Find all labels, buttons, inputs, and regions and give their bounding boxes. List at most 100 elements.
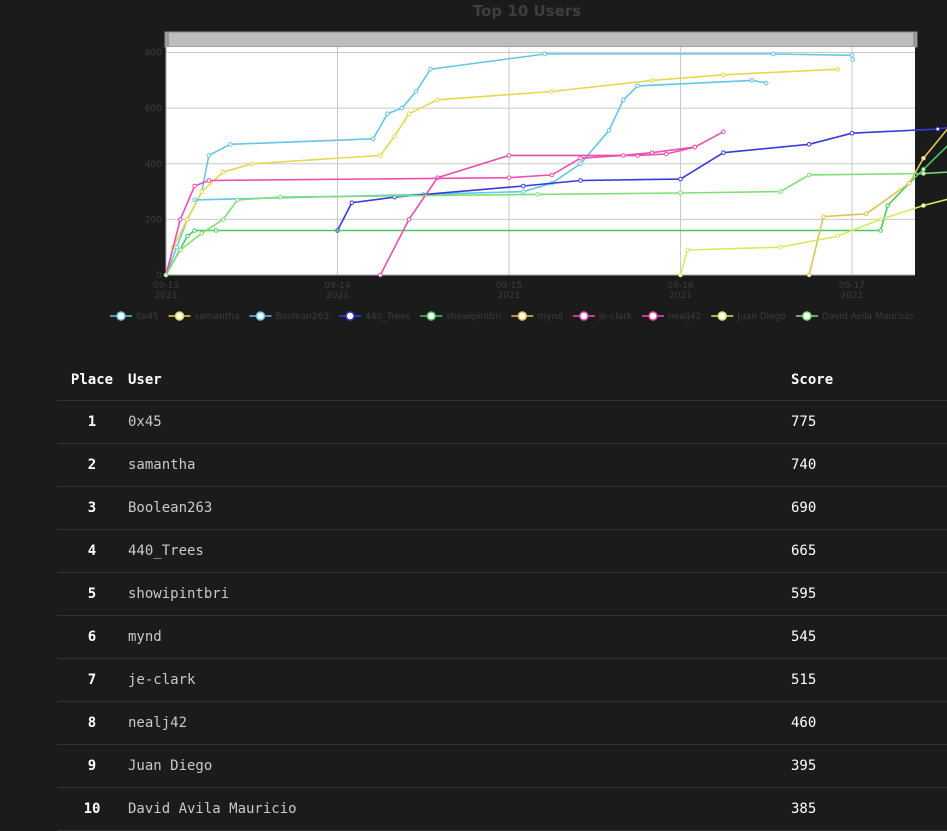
data-point[interactable] [779, 245, 783, 249]
score-header[interactable]: Score [790, 360, 947, 401]
data-point[interactable] [200, 231, 204, 235]
data-point[interactable] [772, 52, 776, 56]
legend-item[interactable]: nealj42 [642, 312, 701, 322]
data-point[interactable] [207, 154, 211, 158]
data-point[interactable] [200, 190, 204, 194]
data-point[interactable] [807, 173, 811, 177]
data-point[interactable] [221, 170, 225, 174]
data-point[interactable] [178, 218, 182, 222]
user-link[interactable]: samantha [128, 444, 790, 487]
legend-item[interactable]: Juan Diego [711, 312, 786, 322]
data-point[interactable] [722, 130, 726, 134]
data-point[interactable] [236, 198, 240, 202]
data-point[interactable] [379, 154, 383, 158]
data-point[interactable] [507, 176, 511, 180]
data-point[interactable] [779, 190, 783, 194]
data-point[interactable] [207, 179, 211, 183]
legend-item[interactable]: samantha [169, 312, 240, 322]
data-point[interactable] [922, 172, 926, 176]
data-point[interactable] [386, 112, 390, 116]
data-point[interactable] [807, 273, 811, 277]
data-point[interactable] [807, 143, 811, 147]
data-point[interactable] [164, 273, 168, 277]
data-point[interactable] [543, 52, 547, 56]
data-point[interactable] [250, 162, 254, 166]
data-point[interactable] [193, 229, 197, 233]
data-point[interactable] [414, 90, 418, 94]
data-point[interactable] [936, 127, 940, 131]
user-link[interactable]: Boolean263 [128, 487, 790, 530]
data-point[interactable] [229, 143, 233, 147]
data-point[interactable] [400, 106, 404, 110]
data-point[interactable] [550, 90, 554, 94]
data-point[interactable] [879, 229, 883, 233]
data-point[interactable] [193, 198, 197, 202]
user-link[interactable]: David Avila Mauricio [128, 788, 790, 831]
data-point[interactable] [922, 156, 926, 160]
legend-item[interactable]: Boolean263 [249, 312, 329, 322]
data-point[interactable] [579, 179, 583, 183]
data-point[interactable] [429, 67, 433, 71]
data-point[interactable] [607, 129, 611, 133]
legend-item[interactable]: 0x45 [110, 312, 159, 322]
data-point[interactable] [521, 184, 525, 188]
data-point[interactable] [922, 168, 926, 172]
data-point[interactable] [350, 201, 354, 205]
data-point[interactable] [664, 152, 668, 156]
user-link[interactable]: nealj42 [128, 702, 790, 745]
data-point[interactable] [407, 218, 411, 222]
data-point[interactable] [407, 112, 411, 116]
data-point[interactable] [750, 79, 754, 83]
data-point[interactable] [622, 154, 626, 158]
user-link[interactable]: 0x45 [128, 401, 790, 444]
legend-item[interactable]: David Avila Mauricio [796, 312, 914, 322]
data-point[interactable] [436, 98, 440, 102]
user-link[interactable]: 440_Trees [128, 530, 790, 573]
user-link[interactable]: je-clark [128, 659, 790, 702]
data-point[interactable] [193, 184, 197, 188]
user-link[interactable]: mynd [128, 616, 790, 659]
legend-item[interactable]: mynd [511, 312, 563, 322]
data-point[interactable] [650, 151, 654, 155]
zoom-range-slider[interactable] [165, 32, 917, 47]
data-point[interactable] [379, 273, 383, 277]
data-point[interactable] [693, 145, 697, 149]
data-point[interactable] [679, 191, 683, 195]
legend-item[interactable]: 440_Trees [339, 312, 410, 322]
legend-item[interactable]: je-clark [573, 312, 633, 322]
data-point[interactable] [175, 245, 179, 249]
data-point[interactable] [850, 131, 854, 135]
data-point[interactable] [186, 234, 190, 238]
data-point[interactable] [178, 248, 182, 252]
user-link[interactable]: showipintbri [128, 573, 790, 616]
data-point[interactable] [764, 81, 768, 85]
data-point[interactable] [686, 248, 690, 252]
data-point[interactable] [550, 173, 554, 177]
legend-item[interactable]: showipintbri [420, 312, 501, 322]
data-point[interactable] [536, 193, 540, 197]
data-point[interactable] [507, 154, 511, 158]
data-point[interactable] [221, 218, 225, 222]
data-point[interactable] [679, 177, 683, 181]
data-point[interactable] [679, 273, 683, 277]
data-point[interactable] [636, 84, 640, 88]
data-point[interactable] [836, 234, 840, 238]
data-point[interactable] [279, 195, 283, 199]
data-point[interactable] [850, 54, 854, 58]
user-link[interactable]: Juan Diego [128, 745, 790, 788]
data-point[interactable] [886, 204, 890, 208]
data-point[interactable] [393, 134, 397, 138]
data-point[interactable] [371, 137, 375, 141]
data-point[interactable] [836, 67, 840, 71]
data-point[interactable] [722, 73, 726, 77]
data-point[interactable] [650, 79, 654, 83]
data-point[interactable] [822, 215, 826, 219]
data-point[interactable] [186, 218, 190, 222]
data-point[interactable] [722, 151, 726, 155]
data-point[interactable] [864, 212, 868, 216]
data-point[interactable] [851, 58, 855, 62]
data-point[interactable] [907, 181, 911, 185]
data-point[interactable] [214, 229, 218, 233]
data-point[interactable] [922, 204, 926, 208]
data-point[interactable] [579, 156, 583, 160]
